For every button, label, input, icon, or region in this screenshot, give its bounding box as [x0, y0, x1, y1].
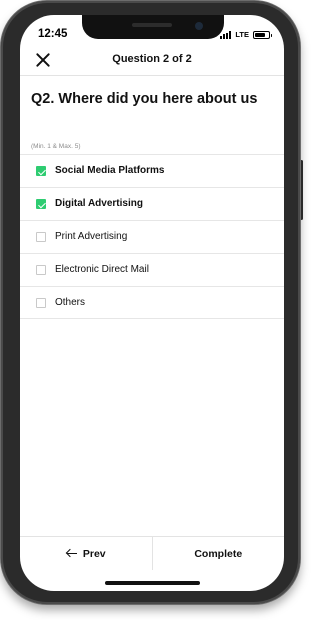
options-list: Social Media Platforms Digital Advertisin…	[20, 154, 284, 319]
option-label: Electronic Direct Mail	[55, 264, 149, 275]
camera-icon	[195, 22, 203, 30]
option-label: Print Advertising	[55, 231, 128, 242]
question-counter: Question 2 of 2	[112, 53, 192, 65]
option-item[interactable]: Electronic Direct Mail	[20, 253, 284, 286]
question-header: Question 2 of 2	[20, 45, 284, 76]
checkbox-unchecked-icon[interactable]	[36, 265, 46, 275]
complete-label: Complete	[194, 547, 243, 560]
phone-screen: 12:45 LTE Question 2 of 2 Q2. Where did …	[20, 15, 284, 591]
side-button-power	[300, 160, 303, 220]
option-label: Digital Advertising	[55, 198, 143, 209]
arrow-left-icon	[66, 549, 77, 559]
status-time: 12:45	[38, 28, 68, 40]
prev-button[interactable]: Prev	[20, 537, 153, 570]
prev-label: Prev	[82, 547, 106, 560]
network-type: LTE	[235, 30, 249, 39]
status-indicators: LTE	[220, 30, 272, 39]
notch	[82, 15, 224, 39]
option-item[interactable]: Digital Advertising	[20, 187, 284, 220]
selection-hint: (Min. 1 & Max. 5)	[31, 143, 81, 150]
checkbox-unchecked-icon[interactable]	[36, 298, 46, 308]
checkbox-checked-icon[interactable]	[36, 166, 46, 176]
battery-icon	[253, 30, 272, 39]
option-label: Others	[55, 297, 86, 308]
question-title: Q2. Where did you here about us	[31, 91, 258, 107]
option-item[interactable]: Social Media Platforms	[20, 154, 284, 187]
battery-level	[255, 32, 265, 37]
option-item[interactable]: Print Advertising	[20, 220, 284, 253]
option-item[interactable]: Others	[20, 286, 284, 319]
complete-button[interactable]: Complete	[153, 537, 285, 570]
device-mockup: 12:45 LTE Question 2 of 2 Q2. Where did …	[0, 0, 303, 620]
checkbox-unchecked-icon[interactable]	[36, 232, 46, 242]
speaker-grill	[132, 23, 172, 27]
signal-icon	[220, 30, 232, 39]
checkbox-checked-icon[interactable]	[36, 199, 46, 209]
phone-frame: 12:45 LTE Question 2 of 2 Q2. Where did …	[1, 1, 300, 604]
navigation-footer: Prev Complete	[20, 536, 284, 570]
home-indicator	[105, 581, 200, 585]
option-label: Social Media Platforms	[55, 165, 165, 176]
